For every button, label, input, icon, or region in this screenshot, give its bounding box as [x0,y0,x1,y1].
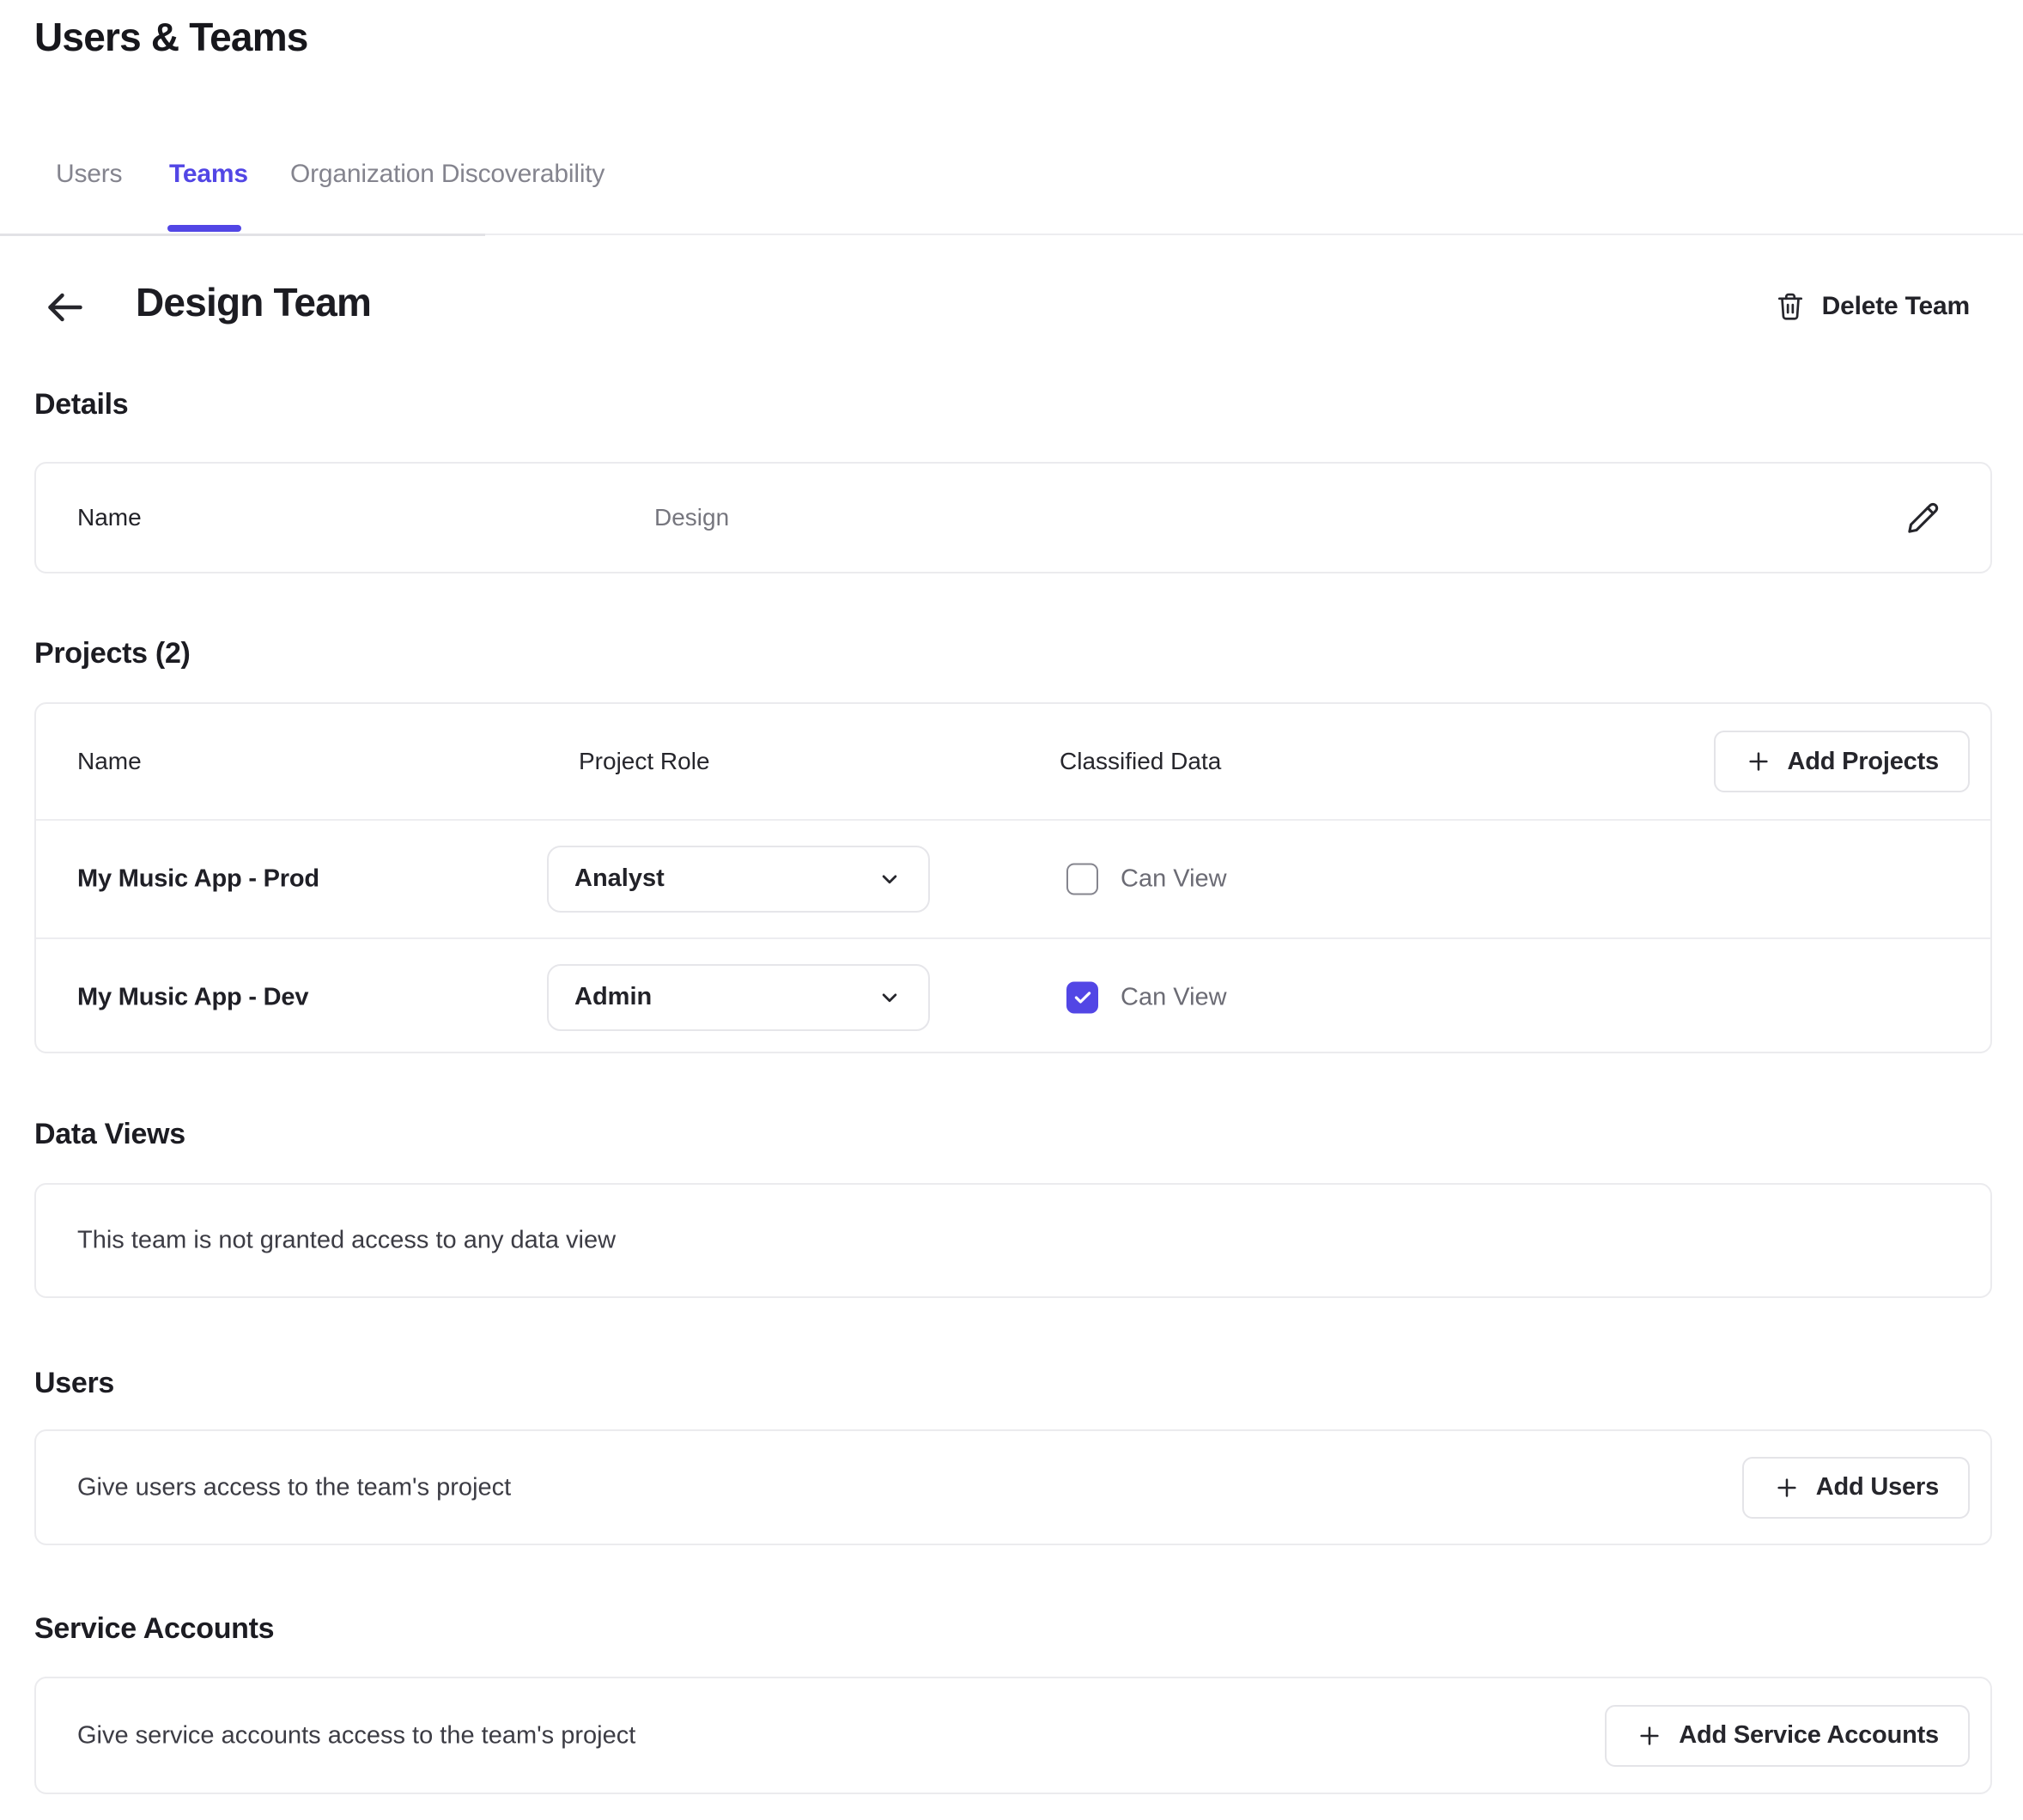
plus-icon [1773,1474,1801,1502]
selected-role: Admin [574,983,652,1011]
data-views-heading: Data Views [34,1118,185,1151]
team-title: Design Team [136,279,371,325]
arrow-left-icon [41,283,89,331]
tabs-divider-segment [0,234,485,236]
selected-role: Analyst [574,864,665,893]
delete-team-button[interactable]: Delete Team [1774,285,1970,328]
add-projects-button[interactable]: Add Projects [1714,731,1970,792]
users-description: Give users access to the team's project [77,1473,511,1502]
add-projects-label: Add Projects [1788,748,1939,776]
can-view-checkbox-checked[interactable] [1066,981,1098,1013]
back-button[interactable] [41,283,89,331]
chevron-down-icon [877,866,902,892]
column-header-classified-data: Classified Data [1060,748,1221,775]
add-users-button[interactable]: Add Users [1742,1457,1970,1519]
can-view-label: Can View [1121,983,1227,1011]
plus-icon [1636,1722,1663,1750]
project-row-prod: My Music App - Prod Analyst Can View [36,820,1990,937]
projects-heading: Projects (2) [34,637,191,670]
details-card: Name Design [34,462,1992,573]
users-card: Give users access to the team's project … [34,1429,1992,1545]
chevron-down-icon [877,985,902,1010]
tab-organization-discoverability[interactable]: Organization Discoverability [290,160,604,189]
check-icon [1072,986,1094,1009]
plus-icon [1745,748,1772,775]
projects-card: Name Project Role Classified Data Add Pr… [34,702,1992,1053]
service-accounts-description: Give service accounts access to the team… [77,1721,635,1750]
edit-name-button[interactable] [1905,499,1942,537]
active-tab-indicator [167,225,241,232]
add-users-label: Add Users [1816,1473,1939,1502]
classified-data-cell: Can View [1066,981,1227,1013]
project-row-dev: My Music App - Dev Admin Can View [36,938,1990,1056]
column-header-name: Name [77,748,142,775]
add-service-accounts-label: Add Service Accounts [1679,1721,1939,1750]
service-accounts-card: Give service accounts access to the team… [34,1677,1992,1794]
tab-users[interactable]: Users [56,160,122,189]
team-name-value: Design [654,504,729,531]
project-name: My Music App - Dev [77,983,308,1011]
column-header-project-role: Project Role [579,748,710,775]
project-role-select-prod[interactable]: Analyst [547,846,930,913]
project-name: My Music App - Prod [77,864,319,893]
data-views-empty-text: This team is not granted access to any d… [77,1227,616,1255]
page-title: Users & Teams [34,14,308,60]
service-accounts-heading: Service Accounts [34,1612,274,1646]
add-service-accounts-button[interactable]: Add Service Accounts [1605,1705,1970,1767]
users-heading: Users [34,1367,114,1400]
details-heading: Details [34,388,128,422]
project-role-select-dev[interactable]: Admin [547,964,930,1031]
projects-table-header: Name Project Role Classified Data Add Pr… [36,704,1990,819]
users-teams-page: Users & Teams Users Teams Organization D… [0,0,2023,1820]
data-views-card: This team is not granted access to any d… [34,1183,1992,1298]
tab-bar: Users Teams Organization Discoverability [0,160,2023,239]
delete-team-label: Delete Team [1822,292,1970,321]
name-label: Name [77,504,142,531]
trash-icon [1774,290,1807,323]
tab-teams[interactable]: Teams [169,160,248,189]
classified-data-cell: Can View [1066,863,1227,895]
can-view-checkbox-unchecked[interactable] [1066,863,1098,895]
pencil-icon [1905,499,1942,537]
can-view-label: Can View [1121,864,1227,893]
